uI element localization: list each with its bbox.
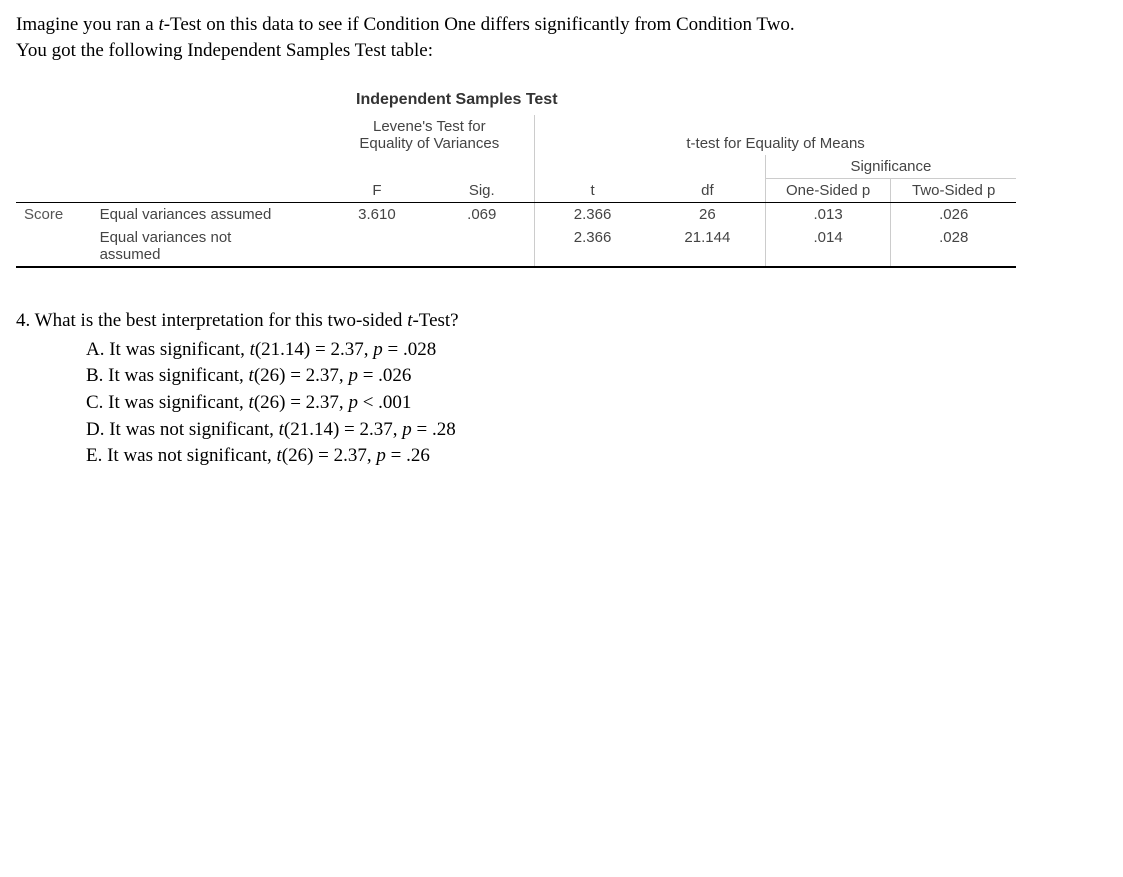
row1-one: .013 — [765, 203, 891, 227]
row2-t: 2.366 — [535, 226, 650, 267]
question-block: 4. What is the best interpretation for t… — [16, 308, 1107, 470]
sig-group-label: Significance — [765, 155, 1016, 179]
option-B: B. It was significant, t(26) = 2.37, p =… — [86, 363, 1107, 390]
option-A: A. It was significant, t(21.14) = 2.37, … — [86, 337, 1107, 364]
row2-one: .014 — [765, 226, 891, 267]
row2-df: 21.144 — [650, 226, 765, 267]
col-F: F — [324, 179, 429, 203]
col-df: df — [650, 179, 765, 203]
row1-t: 2.366 — [535, 203, 650, 227]
option-C: C. It was significant, t(26) = 2.37, p <… — [86, 390, 1107, 417]
option-E: E. It was not significant, t(26) = 2.37,… — [86, 443, 1107, 470]
row1-df: 26 — [650, 203, 765, 227]
var-label: Score — [16, 203, 92, 227]
row1-Sig: .069 — [429, 203, 534, 227]
col-two: Two-Sided p — [891, 179, 1016, 203]
row2-Sig — [429, 226, 534, 267]
options-list: A. It was significant, t(21.14) = 2.37, … — [86, 337, 1107, 470]
option-D: D. It was not significant, t(21.14) = 2.… — [86, 417, 1107, 444]
samples-table: Levene's Test for Equality of Variances … — [16, 115, 1016, 268]
table-title: Independent Samples Test — [356, 91, 1107, 109]
row2-F — [324, 226, 429, 267]
intro-line1-a: Imagine you ran a — [16, 14, 158, 35]
row1-two: .026 — [891, 203, 1016, 227]
question-number: 4. — [16, 310, 30, 331]
levene-label-1: Levene's Test for — [373, 118, 486, 135]
intro-text: Imagine you ran a t-Test on this data to… — [16, 12, 1107, 63]
intro-line2: You got the following Independent Sample… — [16, 40, 433, 61]
ttest-label: t-test for Equality of Means — [535, 115, 1016, 155]
row1-F: 3.610 — [324, 203, 429, 227]
spss-table-container: Independent Samples Test Levene's Test f… — [16, 91, 1107, 268]
col-Sig: Sig. — [429, 179, 534, 203]
row1-label: Equal variances assumed — [92, 203, 325, 227]
table-row: Equal variances not assumed 2.366 21.144… — [16, 226, 1016, 267]
question-stem-a: What is the best interpretation for this… — [30, 310, 407, 331]
col-t: t — [535, 179, 650, 203]
levene-label-2: Equality of Variances — [359, 135, 499, 152]
question-stem-c: -Test? — [412, 310, 458, 331]
table-row: Score Equal variances assumed 3.610 .069… — [16, 203, 1016, 227]
intro-line1-c: -Test on this data to see if Condition O… — [164, 14, 795, 35]
row2-two: .028 — [891, 226, 1016, 267]
row2-label-a: Equal variances not — [100, 229, 232, 246]
col-one: One-Sided p — [765, 179, 891, 203]
row2-label-b: assumed — [100, 246, 161, 263]
